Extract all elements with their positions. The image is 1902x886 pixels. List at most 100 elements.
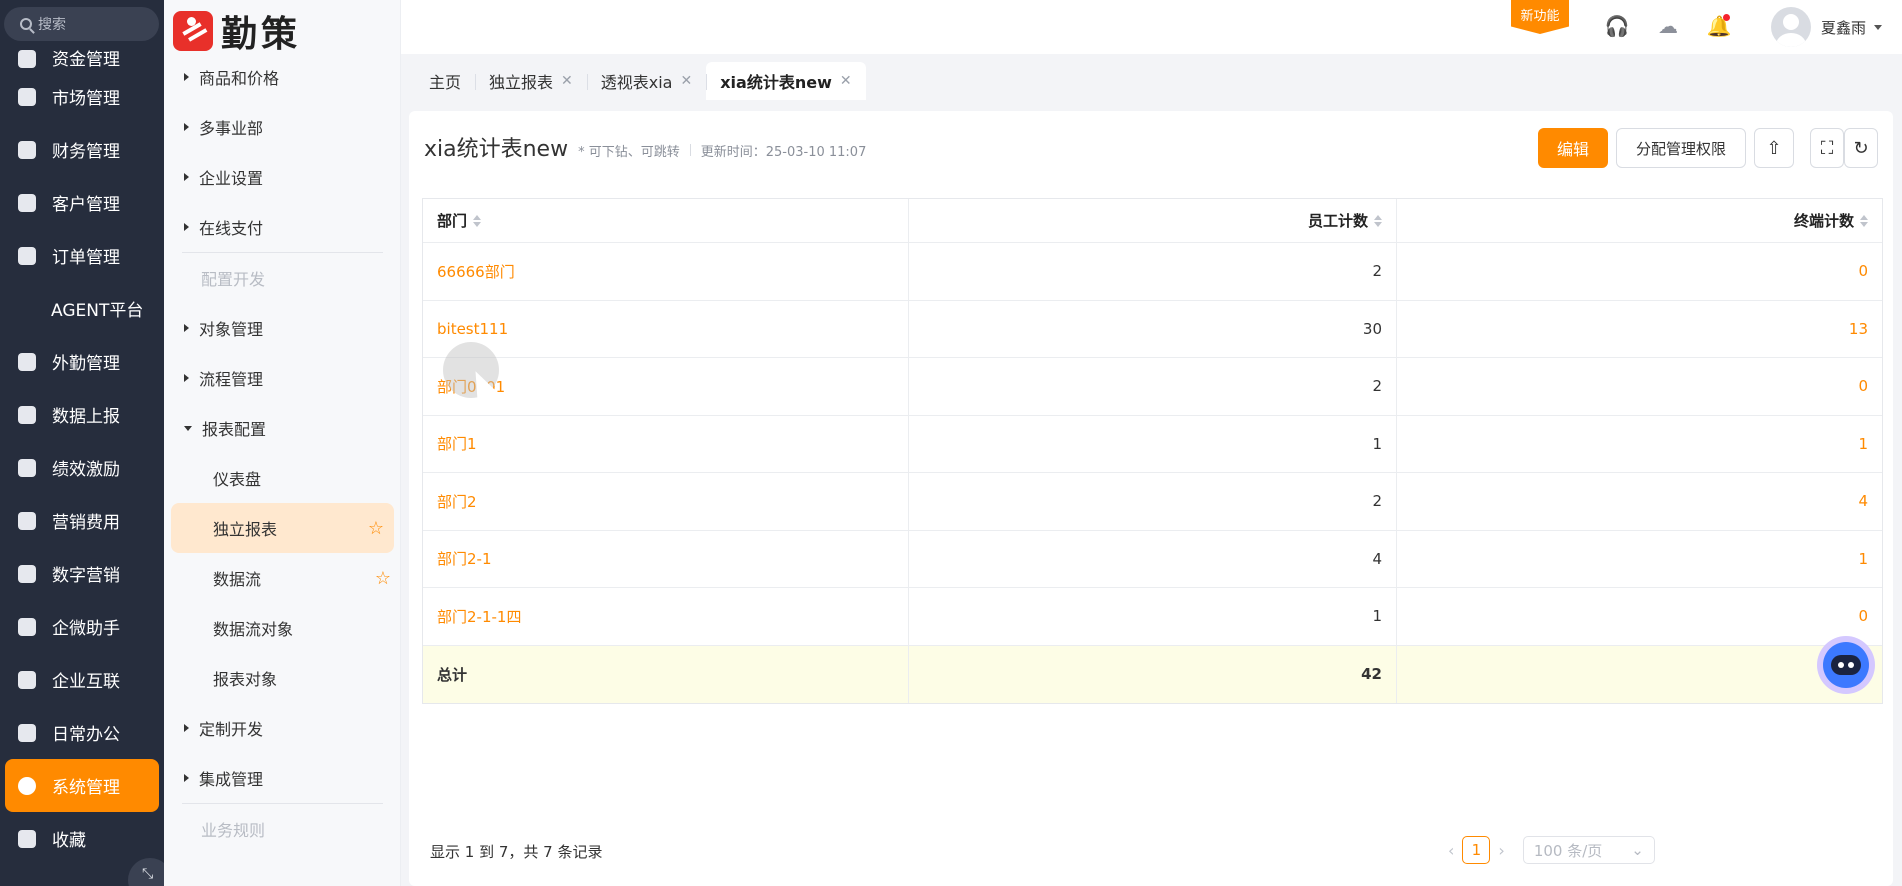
sort-icon[interactable] [1374,214,1382,227]
search-input[interactable]: 搜索 [4,7,159,41]
column-header-terminal-count[interactable]: 终端计数 [1397,199,1882,242]
expand-icon [184,123,189,131]
sub-item-custom-dev[interactable]: 定制开发 [164,703,401,753]
robot-icon [1823,642,1869,688]
terminal-count-link[interactable]: 0 [1858,262,1868,280]
page-tabs: 主页 独立报表 ✕ 透视表xia ✕ xia统计表new ✕ [415,62,866,100]
cloud-download-icon[interactable]: ☁ [1656,14,1680,38]
column-header-employee-count[interactable]: 员工计数 [909,199,1397,242]
close-icon[interactable]: ✕ [840,73,852,89]
sub-item-products[interactable]: 商品和价格 [164,52,401,102]
user-name: 夏鑫雨 [1821,18,1867,37]
sub-item-flow-manage[interactable]: 流程管理 [164,353,401,403]
pagination: ‹ 1 › 100 条/页 ⌄ [1440,836,1655,864]
sub-item-standalone-report[interactable]: 独立报表 ☆ [171,503,394,553]
assign-permission-button[interactable]: 分配管理权限 [1616,128,1746,168]
sub-item-multi-business[interactable]: 多事业部 [164,102,401,152]
column-label: 终端计数 [1793,212,1854,230]
nav-item-field[interactable]: 外勤管理 [0,335,164,388]
nav-item-order[interactable]: 订单管理 [0,229,164,282]
favorite-star-icon[interactable]: ☆ [368,518,384,539]
nav-label: 日常办公 [52,725,120,745]
dept-link[interactable]: bitest111 [437,320,508,338]
employee-count: 4 [1372,549,1382,568]
sub-item-online-payment[interactable]: 在线支付 [164,202,401,252]
table-total-row: 总计 42 [423,645,1882,703]
terminal-count-link[interactable]: 0 [1858,377,1868,395]
nav-item-market[interactable]: 市场管理 [0,70,164,123]
tab-pivot-xia[interactable]: 透视表xia ✕ [586,62,706,100]
favorite-star-icon[interactable]: ☆ [375,568,391,589]
fullscreen-button[interactable]: ⛶ [1810,128,1844,168]
nav-item-agent[interactable]: AGENT平台 [0,282,164,335]
nav-item-wecom[interactable]: 企微助手 [0,600,164,653]
sub-item-dataflow-object[interactable]: 数据流对象 [164,603,401,653]
report-card: xia统计表new * 可下钻、可跳转 更新时间：25-03-10 11:07 … [409,111,1893,886]
employee-count: 2 [1372,262,1382,281]
nav-label: 绩效激励 [52,460,120,480]
nav-label: AGENT平台 [51,301,144,321]
nav-label: 资金管理 [52,50,120,70]
terminal-count-link[interactable]: 4 [1858,492,1868,510]
nav-label: 收藏 [52,831,86,851]
sub-item-object-manage[interactable]: 对象管理 [164,303,401,353]
main-nav: 资金管理 市场管理 财务管理 客户管理 订单管理 AGENT平台 外勤管理 数据… [0,44,164,865]
nav-item-interconnect[interactable]: 企业互联 [0,653,164,706]
column-header-dept[interactable]: 部门 [423,199,909,242]
ai-assistant-button[interactable] [1817,636,1875,694]
close-icon[interactable]: ✕ [681,73,693,89]
expand-icon [184,374,189,382]
sub-item-report-config[interactable]: 报表配置 [164,403,401,453]
nav-item-office[interactable]: 日常办公 [0,706,164,759]
terminal-count-link[interactable]: 13 [1849,320,1868,338]
sort-icon[interactable] [473,214,482,227]
avatar [1771,7,1811,47]
tab-standalone-report[interactable]: 独立报表 ✕ [475,62,587,100]
refresh-button[interactable]: ↻ [1844,128,1878,168]
page-number[interactable]: 1 [1462,836,1491,864]
search-icon [20,18,32,30]
tab-home[interactable]: 主页 [415,62,475,100]
dept-link[interactable]: 部门2-1-1四 [437,606,521,627]
dept-link[interactable]: 66666部门 [437,261,515,282]
dept-link[interactable]: 部门2-1 [437,548,492,569]
close-icon[interactable]: ✕ [561,73,573,89]
tab-xia-stats-new[interactable]: xia统计表new ✕ [706,62,866,100]
new-feature-badge[interactable]: 新功能 [1511,0,1569,34]
nav-item-favorites[interactable]: 收藏 [0,812,164,865]
sub-item-enterprise-settings[interactable]: 企业设置 [164,152,401,202]
terminal-count-link[interactable]: 1 [1858,550,1868,568]
nav-item-finance[interactable]: 财务管理 [0,123,164,176]
headset-icon[interactable]: 🎧 [1605,14,1630,38]
sub-section-label: 业务规则 [201,821,266,840]
terminal-count-link[interactable]: 0 [1858,607,1868,625]
page-size-select[interactable]: 100 条/页 ⌄ [1522,836,1655,864]
sub-item-dashboard[interactable]: 仪表盘 [164,453,401,503]
prev-page-icon[interactable]: ‹ [1448,841,1454,860]
sub-item-integration[interactable]: 集成管理 [164,753,401,803]
tab-label: 主页 [429,73,462,92]
nav-item-funds[interactable]: 资金管理 [0,44,164,70]
sort-icon[interactable] [1860,214,1868,227]
next-page-icon[interactable]: › [1498,841,1504,860]
export-button[interactable]: ⇧ [1754,128,1794,168]
nav-item-data-report[interactable]: 数据上报 [0,388,164,441]
dept-link[interactable]: 部门1 [437,433,477,454]
user-menu[interactable]: 夏鑫雨 [1771,7,1883,47]
sub-item-label: 独立报表 [213,520,278,539]
dept-link[interactable]: 部门2 [437,491,477,512]
terminal-count-link[interactable]: 1 [1858,435,1868,453]
nav-item-marketing-cost[interactable]: 营销费用 [0,494,164,547]
nav-item-digital-marketing[interactable]: 数字营销 [0,547,164,600]
nav-label: 财务管理 [52,142,120,162]
bell-icon[interactable]: 🔔 [1707,14,1731,38]
sub-item-dataflow[interactable]: 数据流 ☆ [164,553,401,603]
nav-item-customer[interactable]: 客户管理 [0,176,164,229]
sub-item-report-object[interactable]: 报表对象 [164,653,401,703]
sub-item-label: 集成管理 [199,770,264,789]
expand-icon [184,173,189,181]
nav-item-system[interactable]: 系统管理 [5,759,159,812]
edit-button[interactable]: 编辑 [1538,128,1608,168]
nav-item-performance[interactable]: 绩效激励 [0,441,164,494]
top-header: 新功能 🎧 ☁ 🔔 夏鑫雨 [401,0,1902,54]
